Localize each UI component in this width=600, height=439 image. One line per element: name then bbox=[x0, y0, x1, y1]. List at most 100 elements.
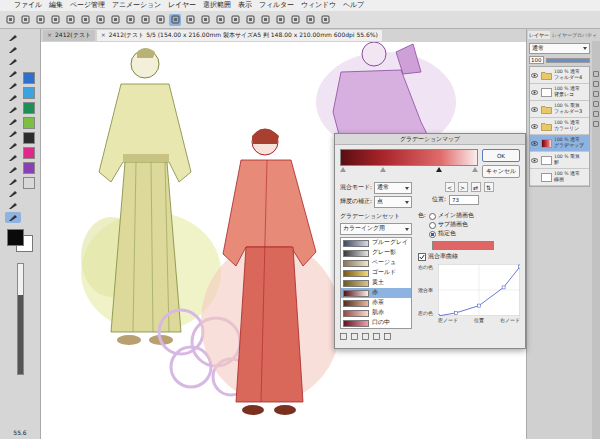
visibility-toggle[interactable] bbox=[531, 106, 539, 112]
gradient-node[interactable] bbox=[340, 167, 346, 172]
layer-row[interactable]: 100 % 乗算 フォルダー3 bbox=[530, 101, 589, 118]
tool-button[interactable] bbox=[5, 56, 21, 67]
tool-button[interactable] bbox=[5, 44, 21, 55]
layer-row[interactable]: 100 % 通常 カラーリン bbox=[530, 118, 589, 135]
luminance-select[interactable]: 点 bbox=[374, 196, 412, 208]
color-swatch[interactable] bbox=[23, 132, 35, 144]
tool-button[interactable] bbox=[5, 92, 21, 103]
set-action-icon[interactable] bbox=[351, 333, 358, 340]
color-option[interactable]: 指定色 bbox=[429, 230, 474, 238]
command-button[interactable] bbox=[109, 14, 121, 26]
layer-row[interactable]: 100 % 通常 フォルダー4 bbox=[530, 67, 589, 84]
panel-button[interactable] bbox=[593, 91, 599, 97]
layer-row[interactable]: 100 % 通常 背景レコ bbox=[530, 84, 589, 101]
color-swatch[interactable] bbox=[23, 102, 35, 114]
menu-item[interactable]: ウィンドウ bbox=[301, 1, 336, 10]
gradient-set-item[interactable]: ベージュ bbox=[341, 258, 411, 268]
command-button[interactable] bbox=[64, 14, 76, 26]
node-color-swatch[interactable] bbox=[432, 241, 494, 250]
tool-button[interactable] bbox=[5, 116, 21, 127]
command-button[interactable] bbox=[319, 14, 331, 26]
document-tab[interactable]: × 2412(テスト 5/5 (154.00 x 216.00mm 製本サイズA… bbox=[97, 30, 382, 41]
gradient-set-select[interactable]: カラーイング用 bbox=[340, 223, 412, 235]
gradient-set-item[interactable]: 赤 bbox=[341, 288, 411, 298]
tool-button[interactable] bbox=[5, 176, 21, 187]
gradient-set-item[interactable]: ゴールド bbox=[341, 268, 411, 278]
menu-item[interactable]: ページ管理 bbox=[70, 1, 105, 10]
command-button[interactable] bbox=[199, 14, 211, 26]
opacity-value[interactable]: 100 bbox=[529, 56, 544, 64]
command-button[interactable] bbox=[169, 14, 181, 26]
tool-button[interactable] bbox=[5, 128, 21, 139]
layer-row[interactable]: 100 % 乗算 影 bbox=[530, 152, 589, 169]
color-swatch[interactable] bbox=[23, 87, 35, 99]
color-swatch[interactable] bbox=[23, 162, 35, 174]
cancel-button[interactable]: キャンセル bbox=[482, 165, 520, 178]
panel-tab[interactable]: レイヤープロパティ bbox=[551, 31, 598, 39]
panel-tab[interactable]: レイヤー bbox=[528, 31, 550, 39]
command-button[interactable] bbox=[274, 14, 286, 26]
command-button[interactable] bbox=[4, 14, 16, 26]
command-button[interactable] bbox=[139, 14, 151, 26]
gradient-set-item[interactable]: 肌赤 bbox=[341, 308, 411, 318]
tool-button[interactable] bbox=[5, 68, 21, 79]
set-action-icon[interactable] bbox=[340, 333, 347, 340]
gradient-set-item[interactable]: 口の中 bbox=[341, 318, 411, 328]
visibility-toggle[interactable] bbox=[531, 72, 539, 78]
visibility-toggle[interactable] bbox=[531, 157, 539, 163]
command-button[interactable] bbox=[184, 14, 196, 26]
command-button[interactable] bbox=[244, 14, 256, 26]
color-option[interactable]: サブ描画色 bbox=[429, 221, 474, 229]
command-button[interactable] bbox=[154, 14, 166, 26]
curve-checkbox[interactable]: 混合率曲線 bbox=[418, 253, 520, 261]
tool-button[interactable] bbox=[5, 80, 21, 91]
menu-item[interactable]: 編集 bbox=[49, 1, 63, 10]
tool-button[interactable] bbox=[5, 164, 21, 175]
command-button[interactable] bbox=[79, 14, 91, 26]
set-action-icon[interactable] bbox=[362, 333, 369, 340]
position-field[interactable]: 73 bbox=[449, 195, 479, 205]
menu-item[interactable]: ヘルプ bbox=[343, 1, 364, 10]
command-button[interactable] bbox=[304, 14, 316, 26]
tool-button[interactable] bbox=[5, 104, 21, 115]
command-button[interactable] bbox=[19, 14, 31, 26]
panel-button[interactable] bbox=[593, 101, 599, 107]
menu-item[interactable]: 表示 bbox=[238, 1, 252, 10]
nav-button[interactable]: ⇄ bbox=[471, 182, 481, 192]
visibility-toggle[interactable] bbox=[531, 89, 539, 95]
color-swatch[interactable] bbox=[23, 117, 35, 129]
panel-button[interactable] bbox=[593, 71, 599, 77]
brush-size-slider[interactable] bbox=[17, 257, 24, 423]
tool-button[interactable] bbox=[5, 212, 21, 223]
gradient-set-item[interactable]: 黄土 bbox=[341, 278, 411, 288]
blend-mode-select[interactable]: 通常 bbox=[529, 43, 590, 54]
command-button[interactable] bbox=[94, 14, 106, 26]
menu-item[interactable]: 選択範囲 bbox=[203, 1, 231, 10]
command-button[interactable] bbox=[289, 14, 301, 26]
color-swatch[interactable] bbox=[23, 147, 35, 159]
menu-item[interactable]: フィルター bbox=[259, 1, 294, 10]
panel-button[interactable] bbox=[593, 111, 599, 117]
nav-button[interactable]: < bbox=[445, 182, 455, 192]
ok-button[interactable]: OK bbox=[482, 149, 520, 162]
menu-item[interactable]: ファイル bbox=[14, 1, 42, 10]
tool-button[interactable] bbox=[5, 140, 21, 151]
command-button[interactable] bbox=[229, 14, 241, 26]
close-button[interactable]: × bbox=[47, 31, 52, 40]
main-color[interactable] bbox=[7, 229, 24, 246]
layer-row[interactable]: 100 % 通常 グラデマップ bbox=[530, 135, 589, 152]
gradient-set-item[interactable]: 赤茶 bbox=[341, 298, 411, 308]
blend-mode-select[interactable]: 通常 bbox=[374, 182, 412, 194]
layer-row[interactable]: 100 % 通常 線画 bbox=[530, 169, 589, 186]
set-action-icon[interactable] bbox=[384, 333, 391, 340]
command-button[interactable] bbox=[49, 14, 61, 26]
tool-button[interactable] bbox=[5, 152, 21, 163]
opacity-slider[interactable] bbox=[546, 58, 591, 63]
tool-button[interactable] bbox=[5, 200, 21, 211]
menu-item[interactable]: レイヤー bbox=[168, 1, 196, 10]
nav-button[interactable]: > bbox=[458, 182, 468, 192]
visibility-toggle[interactable] bbox=[531, 140, 539, 146]
visibility-toggle[interactable] bbox=[531, 123, 539, 129]
color-option[interactable]: メイン描画色 bbox=[429, 212, 474, 220]
set-action-icon[interactable] bbox=[373, 333, 380, 340]
